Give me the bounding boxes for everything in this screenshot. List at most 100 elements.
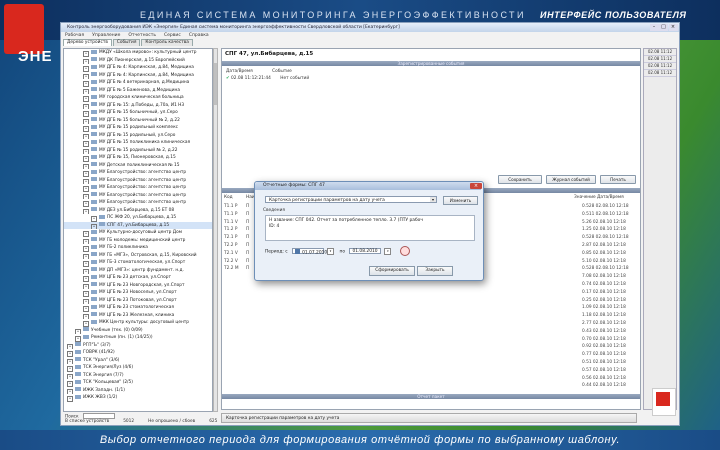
change-button[interactable]: Изменить (443, 196, 478, 205)
expand-icon[interactable]: + (83, 81, 89, 87)
expand-icon[interactable]: + (83, 156, 89, 162)
expand-icon[interactable]: + (67, 381, 73, 387)
expand-icon[interactable]: + (83, 246, 89, 252)
save-button[interactable]: Сохранить (498, 175, 542, 184)
tree-item[interactable]: + МУ ДГБ № 5 Баженова, д.Медицина (64, 87, 212, 94)
tree-item[interactable]: + ИЖК Западн. (1/1) (64, 387, 212, 394)
tree-item[interactable]: + МУ ЦГБ № 23 стоматологическая (64, 304, 212, 312)
maximize-icon[interactable]: □ (659, 24, 668, 31)
tab[interactable]: События (112, 39, 141, 46)
events-section-bar[interactable]: Зарегистрированные события (222, 61, 640, 66)
tree-item[interactable]: + МУ ГБ молодежь: медицинский центр (64, 237, 212, 244)
tree-item[interactable]: + ТСК Энергия/Луз (4/6) (64, 364, 212, 372)
tree-item[interactable]: + МУ Благоустройство: агентство центр (64, 192, 212, 199)
menu-item[interactable]: Сервис (164, 33, 181, 38)
expand-icon[interactable]: + (75, 336, 81, 342)
tree-item[interactable]: + МУ Культурно-досуговый центр Дом (64, 229, 212, 237)
date-from-input[interactable]: 01.07.2010 (292, 248, 327, 256)
tree-item[interactable]: + МУ ДП «МГЗ»: центр фундамент. н.д. (64, 267, 212, 274)
tree-item[interactable]: + МУ ЦГБ № 23 Новоселья, ул.Спорт (64, 289, 212, 297)
table-row[interactable]: 2.77 02.08.10 12:18 (224, 320, 638, 328)
tree-item[interactable]: + МУ городская клиническая больница (64, 94, 212, 102)
menu-item[interactable]: Справка (189, 33, 209, 38)
tree-item[interactable]: + МУ Благоустройство: агентство центр (64, 199, 212, 207)
expand-icon[interactable]: + (91, 216, 97, 222)
expand-icon[interactable]: + (83, 51, 89, 57)
tree-item[interactable]: + МКК Центр культуры: досуговый центр (64, 319, 212, 327)
tab[interactable]: Дерево устройств (63, 39, 112, 46)
table-row[interactable]: 0.43 02.08.10 12:18 (224, 328, 638, 336)
report-package-bar[interactable]: Отчет пакет (222, 394, 640, 399)
date-to-input[interactable]: 01.08.2010 (349, 248, 382, 254)
tree-item[interactable]: + МУ ДГБ № 4: Карпинская, д.84, Медицина (64, 72, 212, 79)
expand-icon[interactable]: + (67, 351, 73, 357)
refresh-icon[interactable] (399, 246, 410, 256)
table-row[interactable]: 0.17 02.08.10 12:18 (224, 289, 638, 297)
expand-icon[interactable]: + (67, 396, 73, 402)
close-icon[interactable]: × (668, 24, 678, 31)
tree-scroll-thumb[interactable] (214, 63, 217, 105)
table-row[interactable]: 0.92 02.08.10 12:18 (224, 343, 638, 351)
generate-button[interactable]: Сформировать (369, 266, 415, 276)
menu-item[interactable]: Отчетность (128, 33, 156, 38)
table-row[interactable]: 1.18 02.08.10 12:18 (224, 312, 638, 320)
tree-item[interactable]: + СПГ 47, ул.Бибарцева, д.15 (64, 221, 212, 229)
table-row[interactable]: 1.09 02.08.10 12:18 (224, 304, 638, 312)
tree-item[interactable]: + МУ ГБ-3 стоматологическая, ул.Спорт (64, 259, 212, 267)
tree-item[interactable]: + МУ ДГБ № 4 ветеринарная, д.Медицина (64, 79, 212, 87)
table-row[interactable]: 0.25 02.08.10 12:18 (224, 297, 638, 305)
minimize-icon[interactable]: – (649, 24, 659, 31)
table-row[interactable]: 0.44 02.08.10 12:18 (224, 382, 638, 390)
expand-icon[interactable]: + (83, 291, 89, 297)
template-select[interactable]: Карточка регистрации параметров на дату … (265, 196, 437, 203)
expand-icon[interactable]: + (83, 96, 89, 102)
tab[interactable]: Контроль качества (141, 39, 193, 46)
table-row[interactable]: 0.51 02.08.10 12:18 (224, 359, 638, 367)
menu-item[interactable]: Управление (92, 33, 120, 38)
tree-item[interactable]: + МУ ЦГБ № 23 Железная, клиника (64, 312, 212, 319)
dialog-close-icon[interactable]: × (470, 183, 482, 189)
tree-item[interactable]: + МУ ГБ-2 поликлиника (64, 244, 212, 252)
tree-item[interactable]: + МУ ДК Пионерская, д.15 Европейский (64, 57, 212, 64)
expand-icon[interactable]: + (83, 321, 89, 327)
side-panel-item[interactable]: 02.08 11:12 (644, 56, 676, 63)
tree-item[interactable]: + МУ Благоустройство: агентство центр (64, 177, 212, 184)
tree-item[interactable]: + МУ Детская поликлиническая № 15 (64, 162, 212, 169)
tree-item[interactable]: + МУ ГБ «МГЗ», Островская, д.15, Кировски… (64, 252, 212, 259)
tree-item[interactable]: + ГОВРК (41/92) (64, 349, 212, 357)
side-panel-item[interactable]: 02.08 11:12 (644, 63, 676, 70)
table-row[interactable]: 0.77 02.08.10 12:18 (224, 351, 638, 359)
expand-icon[interactable]: + (83, 276, 89, 282)
tree-item[interactable]: + МУ ДГБ № 15 поликлиника клиническая (64, 139, 212, 147)
table-row[interactable]: 0.57 02.08.10 12:18 (224, 367, 638, 375)
chevron-down-icon[interactable]: ▾ (430, 197, 436, 202)
calendar-icon[interactable]: ▾ (384, 247, 392, 255)
tree-item[interactable]: + МУ ЦГБ № 23 детская, ул.Спорт (64, 274, 212, 282)
menu-item[interactable]: Рабочая (65, 33, 84, 38)
expand-icon[interactable]: + (67, 366, 73, 372)
calendar-icon[interactable]: ▾ (327, 247, 335, 255)
tree-item[interactable]: + МУ ДЕЗ ул.Бибарцева, д.15 ЕТ 08 (64, 207, 212, 214)
tree-item[interactable]: + МУ ДГБ № 15 родильный комплекс (64, 124, 212, 132)
tree-item[interactable]: + МУ ДГБ № 15, Пионеровская, д.15 (64, 154, 212, 162)
tree-item[interactable]: + МУ ДГБ № 4: Карпинская, д.84, Медицина (64, 64, 212, 72)
tree-item[interactable]: + МУ ДГБ № 15: д.Победы, д.70а, И1 Н3 (64, 102, 212, 109)
expand-icon[interactable]: + (83, 171, 89, 177)
tree-item[interactable]: + МУ ДГБ № 15 больничный, ул.Серо (64, 109, 212, 117)
tree-item[interactable]: + ИЖК ЖВЗ (1/2) (64, 394, 212, 402)
event-log-button[interactable]: Журнал событий (546, 175, 596, 184)
tree-item[interactable]: + МУ ЦГБ № 23 Новгородская, ул.Спорт (64, 282, 212, 289)
expand-icon[interactable]: + (83, 201, 89, 207)
tree-item[interactable]: + ТСК Энергия (7/7) (64, 372, 212, 379)
expand-icon[interactable]: + (83, 261, 89, 267)
table-row[interactable]: 0.56 02.08.10 12:18 (224, 375, 638, 383)
events-row[interactable]: ✔ 02.08 11:12:21:44 Нет событий (226, 76, 309, 81)
tree-item[interactable]: + МУ ДГБ № 15 родильный № 2, д.22 (64, 147, 212, 154)
tree-item[interactable]: + МУ Благоустройство: агентство центр (64, 169, 212, 177)
expand-icon[interactable]: + (83, 126, 89, 132)
expand-icon[interactable]: + (83, 66, 89, 72)
table-row[interactable]: 0.74 02.08.10 12:18 (224, 281, 638, 289)
tree-item[interactable]: + МУ Благоустройство: агентство центр (64, 184, 212, 192)
tree-item[interactable]: + МУ ДГБ № 15 родильный, ул.Серо (64, 132, 212, 139)
tree-item[interactable]: + ТСК "Кольцевая" (2/5) (64, 379, 212, 387)
